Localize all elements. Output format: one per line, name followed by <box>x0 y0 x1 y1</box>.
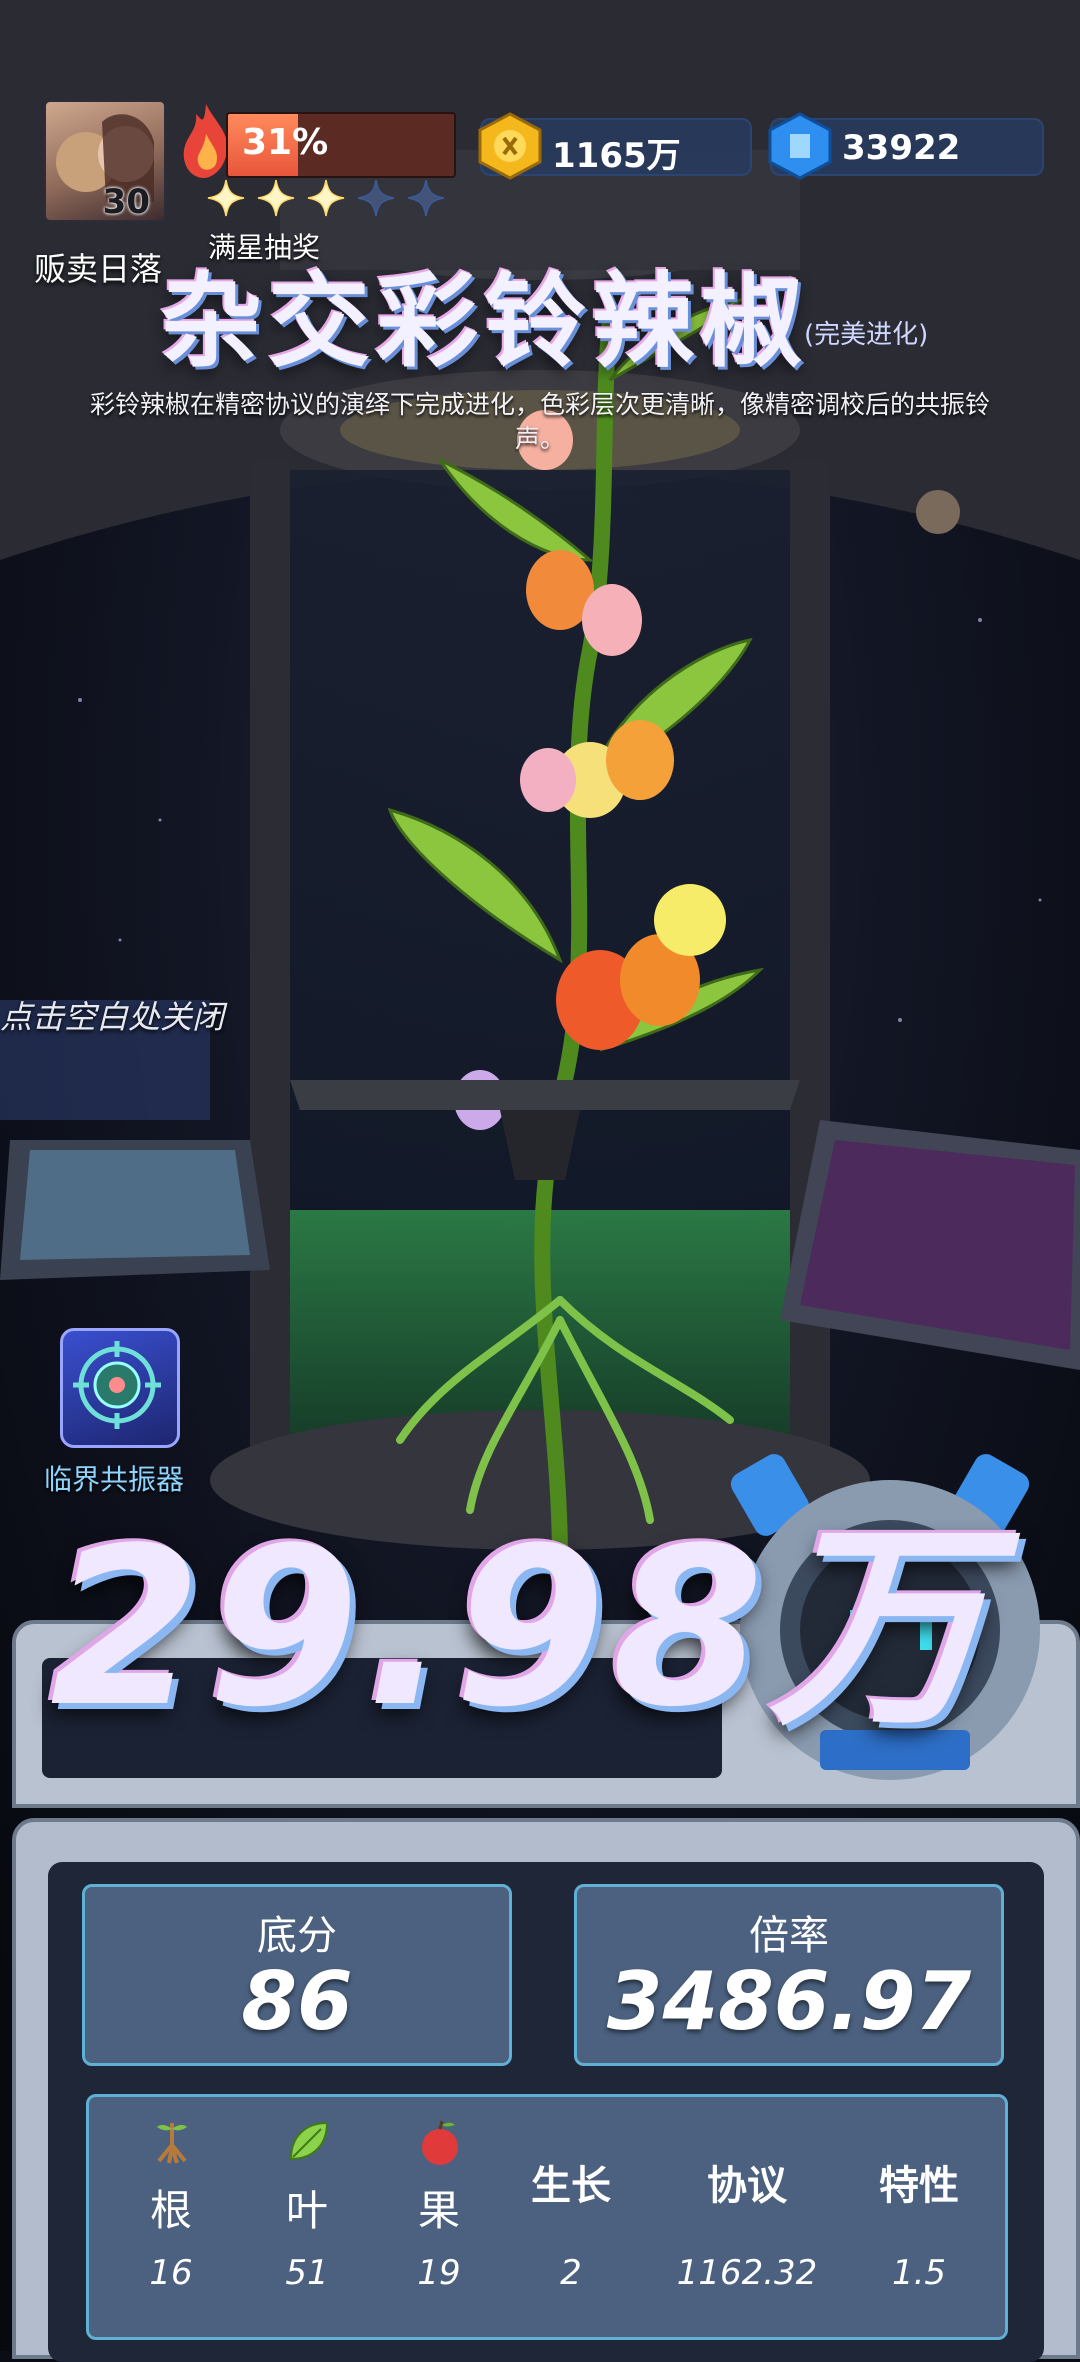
progress-percent: 31% <box>242 122 329 163</box>
attribute-fruit: 果 19 <box>369 2097 509 2337</box>
multiplier-box: 倍率 3486.97 <box>574 1884 1004 2066</box>
critical-resonator-button[interactable] <box>60 1328 180 1448</box>
root-icon <box>157 2123 187 2164</box>
player-name: 贩卖日落 <box>34 250 163 288</box>
player-avatar[interactable]: 30 <box>44 100 166 222</box>
attribute-protocol: 协议 1162.32 <box>667 2097 827 2337</box>
attribute-growth-value: 2 <box>560 2253 582 2293</box>
gem-currency[interactable]: 33922 <box>768 112 1044 180</box>
attribute-leaf-label: 叶 <box>285 2186 328 2235</box>
critical-resonator-label: 临界共振器 <box>44 1463 185 1496</box>
gold-amount: 1165万 <box>552 136 681 176</box>
multiplier-label: 倍率 <box>749 1913 829 1959</box>
player-level: 30 <box>102 182 150 222</box>
base-score-value: 86 <box>241 1955 353 2048</box>
attribute-leaf-value: 51 <box>285 2253 329 2293</box>
tap-to-close-hint[interactable]: 点击空白处关闭 <box>0 992 224 1038</box>
attribute-protocol-value: 1162.32 <box>676 2253 818 2293</box>
plant-description: 彩铃辣椒在精密协议的演绎下完成进化，色彩层次更清晰，像精密调校后的共振铃声。 <box>89 390 990 453</box>
base-score-label: 底分 <box>257 1913 337 1959</box>
star-rating <box>206 178 446 218</box>
star-filled-icon <box>207 179 245 217</box>
gold-currency[interactable]: 1165万 <box>478 112 752 180</box>
attribute-fruit-value: 19 <box>417 2253 461 2293</box>
attribute-trait: 特性 1.5 <box>849 2097 989 2337</box>
gem-amount: 33922 <box>842 128 961 168</box>
plant-title: 杂交彩铃辣椒 <box>160 263 808 382</box>
star-filled-icon <box>257 179 295 217</box>
total-score: 29.98万 <box>50 1502 994 1755</box>
attribute-root: 根 16 <box>101 2097 241 2337</box>
attribute-leaf: 叶 51 <box>237 2097 377 2337</box>
attribute-trait-value: 1.5 <box>891 2253 947 2293</box>
attribute-trait-label: 特性 <box>879 2163 959 2209</box>
star-filled-icon <box>307 179 345 217</box>
attribute-root-value: 16 <box>149 2253 193 2293</box>
plant-evolution-tag: (完美进化) <box>804 320 929 350</box>
multiplier-value: 3486.97 <box>606 1955 972 2048</box>
fruit-icon <box>422 2120 458 2165</box>
attribute-protocol-label: 协议 <box>707 2163 787 2209</box>
leaf-icon <box>289 2121 329 2161</box>
star-empty-icon <box>357 179 395 217</box>
gold-coin-icon <box>478 112 542 180</box>
attribute-table: 根 16 叶 51 果 19 生长 2 协议 1162.32 特性 1.5 <box>86 2094 1008 2340</box>
blue-gem-icon <box>768 112 832 180</box>
attribute-root-label: 根 <box>149 2186 192 2235</box>
star-empty-icon <box>407 179 445 217</box>
base-score-box: 底分 86 <box>82 1884 512 2066</box>
attribute-growth: 生长 2 <box>501 2097 641 2337</box>
progress-bar: 31% <box>226 112 456 178</box>
target-core-icon <box>73 1341 161 1429</box>
attribute-fruit-label: 果 <box>417 2186 460 2235</box>
attribute-growth-label: 生长 <box>531 2163 611 2209</box>
